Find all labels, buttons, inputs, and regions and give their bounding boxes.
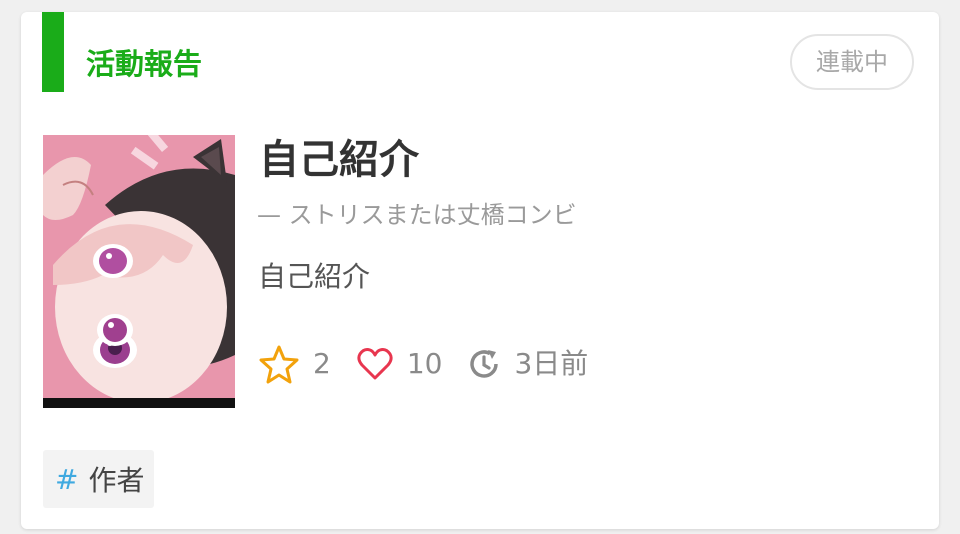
anime-girl-thumbnail-icon bbox=[43, 135, 235, 408]
category-accent-bar bbox=[42, 12, 64, 92]
report-excerpt: 自己紹介 bbox=[258, 260, 371, 293]
clock-history-icon bbox=[470, 350, 499, 378]
star-icon bbox=[259, 345, 299, 384]
updated-time: 3日前 bbox=[514, 347, 589, 380]
likes-count: 10 bbox=[406, 347, 443, 380]
status-badge: 連載中 bbox=[790, 34, 914, 90]
work-title[interactable]: 自己紹介 bbox=[259, 134, 419, 186]
tag-label: 作者 bbox=[88, 464, 145, 497]
activity-report-card[interactable]: 活動報告 連載中 自己紹介 — ストリスまたは丈橋コンビ 自己紹介 2 10 3… bbox=[21, 12, 939, 529]
updated-stat: 3日前 bbox=[468, 342, 588, 386]
author-name[interactable]: — ストリスまたは丈橋コンビ bbox=[257, 198, 577, 232]
thumbnail-image[interactable] bbox=[43, 135, 235, 408]
stars-count: 2 bbox=[313, 347, 331, 380]
heart-icon bbox=[357, 348, 393, 380]
likes-stat: 10 bbox=[357, 342, 443, 386]
stars-stat: 2 bbox=[259, 342, 331, 386]
stats-row: 2 10 3日前 bbox=[259, 342, 614, 386]
tag-author[interactable]: # 作者 bbox=[43, 450, 155, 508]
hash-icon: # bbox=[55, 462, 79, 496]
category-label: 活動報告 bbox=[86, 47, 203, 81]
